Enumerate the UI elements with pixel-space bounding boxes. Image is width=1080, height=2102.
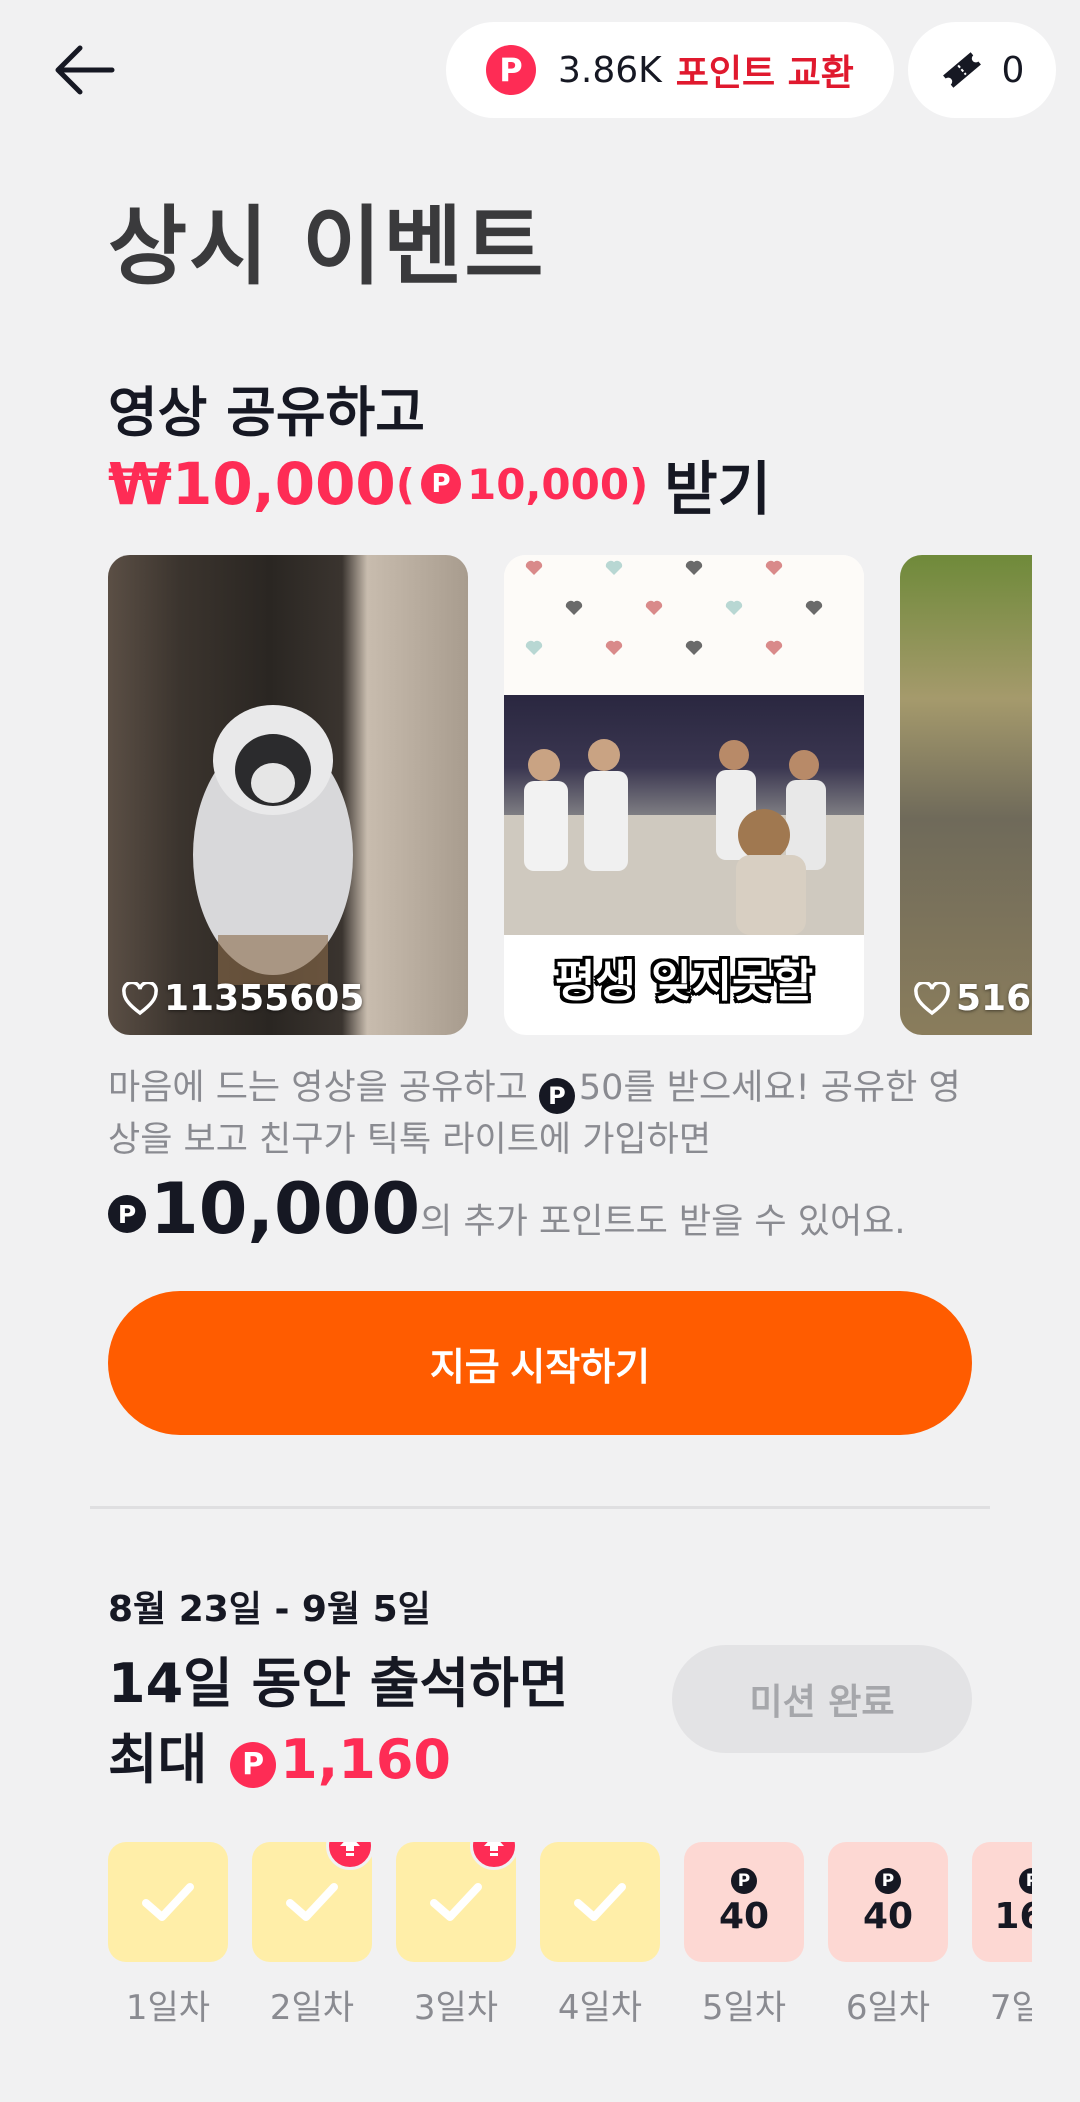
point-coin-icon: P [1019,1867,1032,1894]
video-thumbnail-plush [193,705,353,985]
points-exchange-link[interactable]: 포인트 교환 [676,44,854,96]
day-reward-points: 40 [862,1895,914,1937]
hearts-decoration [525,560,823,655]
attendance-title-line2: 최대 P 1,160 [108,1722,569,1798]
day-item[interactable]: 3일차 [396,1842,518,2029]
likes-count: 5161 [956,978,1032,1019]
bonus-points: 10,000 [150,1168,421,1250]
share-reward: ₩10,000 ( P 10,000 ) 받기 [108,442,771,526]
page-title: 상시 이벤트 [108,197,546,297]
attendance-title-line1: 14일 동안 출석하면 [108,1652,569,1715]
video-caption: 평생 잊지못할 [554,956,814,1007]
paren-open: ( [395,459,415,509]
day-item[interactable]: P 40 6일차 [828,1842,948,2029]
check-icon [286,1883,338,1921]
video-carousel[interactable]: 11355605 평생 잊지못할 516 [108,555,1032,1035]
heart-pattern [504,555,864,695]
point-coin-icon: P [421,464,461,504]
day-label: 3일차 [413,1988,499,2028]
points-exchange-pill[interactable]: P 3.86K 포인트 교환 [446,22,894,118]
point-coin-icon: P [108,1195,146,1233]
point-coin-icon: P [230,1742,277,1788]
day-box-done [108,1842,228,1962]
ticket-icon [942,52,981,88]
video-card[interactable]: 11355605 [108,555,468,1035]
bonus-description: P 10,000 의 추가 포인트도 받을 수 있어요. [108,1168,905,1250]
points-coin-icon: P [486,45,536,95]
reward-won: ₩10,000 [108,450,396,518]
video-thumbnail-scene [504,695,864,935]
day-item[interactable]: 2일차 [252,1842,374,2029]
day-box-done [540,1842,660,1962]
day-label: 7일차 [989,1988,1032,2028]
video-card[interactable]: 평생 잊지못할 [504,555,864,1035]
video-likes: 5161 [914,978,1032,1019]
day-item[interactable]: P 40 5일차 [684,1842,804,2029]
day-label: 2일차 [269,1988,355,2028]
heart-icon [122,981,158,1015]
day-item[interactable]: 4일차 [540,1842,660,2029]
share-description: 마음에 드는 영상을 공유하고 P 50를 받으세요! 공유한 영상을 보고 친구… [108,1062,988,1166]
day-label: 4일차 [557,1988,643,2028]
likes-count: 11355605 [164,978,365,1019]
ticket-count: 0 [1001,49,1025,91]
ticket-pill[interactable]: 0 [908,22,1056,118]
paren-close: ) [629,459,649,509]
check-icon [430,1883,482,1921]
share-title: 영상 공유하고 [108,381,425,444]
reward-suffix: 받기 [664,455,772,523]
back-arrow-icon [55,45,115,95]
section-divider [90,1506,990,1509]
max-points: 1,160 [280,1728,451,1791]
point-coin-icon: P [875,1867,901,1894]
day-item[interactable]: P 160 7일차 [972,1842,1032,2029]
day-label: 1일차 [125,1988,211,2028]
day-label: 5일차 [701,1988,787,2028]
start-now-button[interactable]: 지금 시작하기 [108,1291,972,1435]
day-reward-points: 160 [994,1895,1032,1937]
day-label: 6일차 [845,1988,931,2028]
points-balance: 3.86K [558,49,662,91]
point-coin-icon: P [538,1078,575,1114]
heart-icon [914,981,950,1015]
desc-text-1: 마음에 드는 영상을 공유하고 [108,1068,539,1108]
reward-points-group: ( P 10,000 ) [396,460,648,509]
people-scene [504,739,864,935]
check-icon [574,1883,626,1921]
day-box-reward: P 160 [972,1842,1032,1962]
day-item[interactable]: 1일차 [108,1842,228,2029]
attendance-title: 14일 동안 출석하면 최대 P 1,160 [108,1646,569,1798]
check-icon [142,1883,194,1921]
attendance-days: 1일차 2일차 3일차 4일차 P 40 5일차 P 40 6일차 1 7일 [108,1842,1032,2032]
point-coin-icon: P [731,1867,757,1894]
back-button[interactable] [40,30,128,110]
video-card[interactable]: 5161 [900,555,1032,1035]
day-box-reward: P 40 [828,1842,948,1962]
video-likes: 11355605 [122,978,364,1019]
attendance-date-range: 8월 23일 - 9월 5일 [108,1589,431,1630]
mission-complete-button[interactable]: 미션 완료 [672,1645,972,1753]
bonus-suffix: 의 추가 포인트도 받을 수 있어요. [420,1202,906,1242]
desc-points: 50 [578,1068,624,1108]
day-box-reward: P 40 [684,1842,804,1962]
title-prefix: 최대 [108,1728,227,1791]
day-reward-points: 40 [718,1895,770,1937]
reward-points: 10,000 [467,459,630,509]
